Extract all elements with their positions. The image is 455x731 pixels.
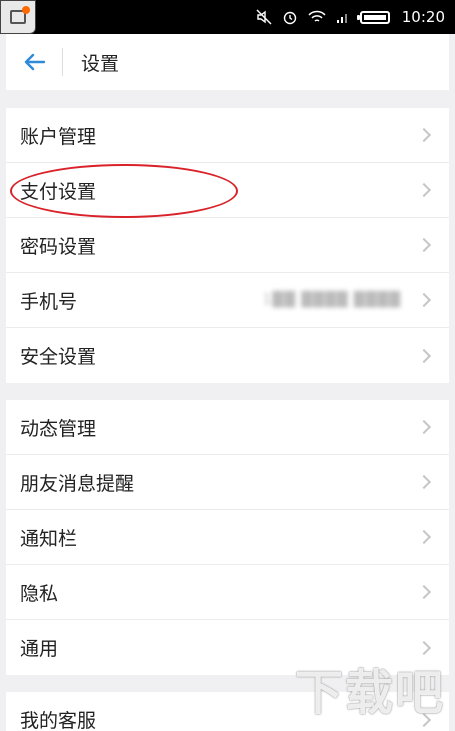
- watermark-logo: 下载吧: [294, 665, 445, 721]
- settings-item-label: 安全设置: [20, 346, 97, 368]
- alarm-icon: [282, 9, 298, 25]
- header-divider: [62, 48, 63, 76]
- wifi-icon: [308, 10, 326, 24]
- settings-item-account-management[interactable]: 账户管理: [6, 108, 449, 163]
- settings-item-label: 动态管理: [20, 417, 97, 440]
- settings-item-friend-notifications[interactable]: 朋友消息提醒: [6, 455, 449, 510]
- settings-item-label: 手机号: [20, 290, 78, 313]
- settings-item-label: 我的客服: [20, 710, 97, 731]
- settings-item-label: 通用: [20, 638, 59, 660]
- highlight-annotation: [10, 164, 238, 218]
- back-arrow-icon: [24, 53, 45, 71]
- status-bar: 10:20: [0, 0, 455, 34]
- settings-item-notification-bar[interactable]: 通知栏: [6, 510, 449, 565]
- chevron-right-icon: [416, 348, 432, 363]
- settings-group-general: 动态管理 朋友消息提醒 通知栏 隐私 通用: [6, 400, 449, 675]
- settings-item-phone[interactable]: 手机号 1██ ████ ████: [6, 273, 449, 328]
- back-button[interactable]: [6, 34, 62, 90]
- chevron-right-icon: [416, 529, 432, 545]
- settings-item-feed-management[interactable]: 动态管理: [6, 400, 449, 455]
- chevron-right-icon: [416, 182, 432, 198]
- chevron-right-icon: [416, 292, 432, 308]
- settings-item-privacy[interactable]: 隐私: [6, 565, 449, 620]
- app-header: 设置: [6, 34, 449, 90]
- settings-item-security[interactable]: 安全设置: [6, 328, 449, 383]
- page-title: 设置: [81, 52, 120, 75]
- chevron-right-icon: [416, 237, 432, 253]
- settings-item-label: 账户管理: [20, 125, 97, 148]
- notification-app-icon: [0, 0, 36, 34]
- chevron-right-icon: [416, 127, 432, 143]
- signal-icon: [336, 10, 350, 24]
- battery-icon: [356, 10, 390, 24]
- settings-item-password[interactable]: 密码设置: [6, 218, 449, 273]
- status-time: 10:20: [401, 8, 445, 26]
- settings-item-label: 密码设置: [20, 235, 97, 258]
- chevron-right-icon: [416, 474, 432, 490]
- mute-icon: [256, 9, 272, 25]
- chevron-right-icon: [416, 419, 432, 435]
- phone-number-value: 1██ ████ ████: [262, 292, 401, 308]
- settings-item-label: 朋友消息提醒: [20, 472, 135, 495]
- chevron-right-icon: [416, 584, 432, 600]
- settings-group-account: 账户管理 支付设置 密码设置 手机号 1██ ████ ████ 安全设置: [6, 108, 449, 383]
- settings-item-label: 隐私: [20, 582, 59, 605]
- settings-item-label: 通知栏: [20, 527, 78, 550]
